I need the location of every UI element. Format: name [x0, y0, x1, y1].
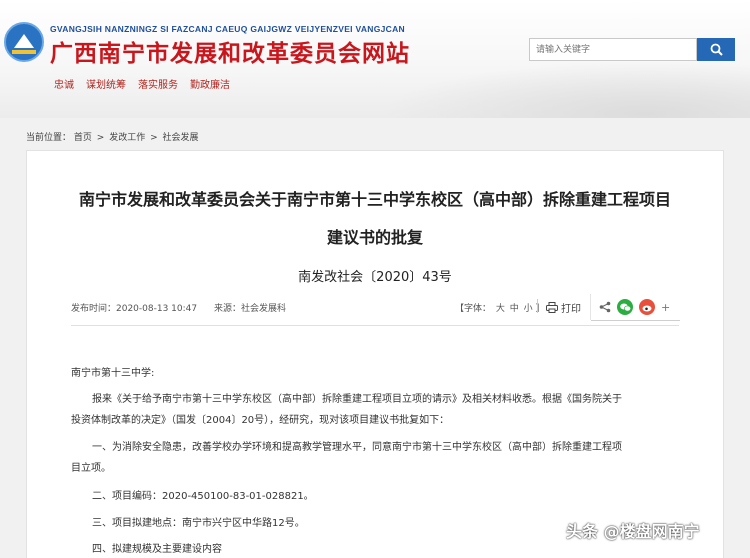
body-paragraph: 报来《关于给予南宁市第十三中学东校区（高中部）拆除重建工程项目立项的请示》及相关… [92, 394, 622, 405]
breadcrumb-separator: > [150, 133, 158, 143]
watermark-text: 头条 @楼盘网南宁 [566, 522, 700, 541]
breadcrumb-social-development[interactable]: 社会发展 [163, 133, 199, 143]
meta-divider [537, 299, 538, 313]
header-decoration [380, 60, 750, 118]
nav-item-service[interactable]: 落实服务 [138, 76, 178, 91]
body-paragraph: 四、拟建规模及主要建设内容 [92, 544, 222, 555]
breadcrumb-label: 当前位置： [26, 133, 72, 143]
search-icon [710, 43, 723, 56]
article-meta: 发布时间：2020-08-13 10:47 来源：社会发展科 [71, 301, 300, 314]
share-bar: + [590, 294, 680, 320]
print-button[interactable]: 打印 [546, 300, 581, 315]
site-header: GVANGJSIH NANZNINGZ SI FAZCANJ CAEUQ GAI… [0, 0, 750, 118]
site-logo[interactable] [4, 22, 44, 62]
nav-item-integrity[interactable]: 勤政廉洁 [190, 76, 230, 91]
more-share-icon[interactable]: + [661, 301, 670, 314]
body-paragraph: 投资体制改革的决定》（国发〔2004〕20号），经研究，现对该项目建议书批复如下… [71, 415, 450, 426]
font-size-control: 【字体： 大 中 小 】 [455, 301, 545, 314]
font-size-large-button[interactable]: 大 [496, 304, 505, 314]
breadcrumb: 当前位置： 首页 > 发改工作 > 社会发展 [26, 130, 199, 143]
salutation: 南宁市第十三中学: [71, 368, 155, 379]
body-paragraph: 一、为消除安全隐患，改善学校办学环境和提高教学管理水平，同意南宁市第十三中学东校… [92, 442, 622, 453]
site-title[interactable]: 广西南宁市发展和改革委员会网站 [50, 34, 410, 68]
share-icon[interactable] [599, 301, 611, 313]
search-button[interactable] [697, 38, 735, 61]
weibo-icon[interactable] [639, 299, 655, 315]
share-underline [591, 320, 680, 321]
breadcrumb-separator: > [96, 133, 105, 143]
nav-item-planning[interactable]: 谋划统筹 [86, 76, 126, 91]
header-nav: 忠诚 谋划统筹 落实服务 勤政廉洁 [54, 76, 230, 91]
body-paragraph: 二、项目编码：2020-450100-83-01-028821。 [92, 491, 314, 502]
logo-mountain-shape [14, 34, 34, 48]
breadcrumb-home[interactable]: 首页 [74, 133, 92, 143]
article-source: 来源：社会发展科 [213, 304, 286, 314]
wechat-bubbles-icon [619, 303, 631, 311]
printer-icon [546, 302, 558, 313]
article-title-line-2: 建议书的批复 [326, 228, 423, 247]
body-paragraph: 目立项。 [71, 463, 111, 474]
logo-bar-shape [12, 50, 36, 54]
wechat-icon[interactable] [617, 299, 633, 315]
print-label: 打印 [561, 304, 581, 315]
site-pinyin-title: GVANGJSIH NANZNINGZ SI FAZCANJ CAEUQ GAI… [50, 24, 405, 34]
article-title-line-1: 南宁市发展和改革委员会关于南宁市第十三中学东校区（高中部）拆除重建工程项目 [78, 190, 671, 209]
document-number: 南发改社会〔2020〕43号 [298, 270, 452, 285]
weibo-eye-icon [642, 305, 651, 311]
meta-divider-line [71, 325, 679, 326]
search-input[interactable] [529, 38, 697, 61]
breadcrumb-development-work[interactable]: 发改工作 [109, 133, 145, 143]
font-size-label: 【字体： [455, 304, 492, 314]
nav-item-loyalty[interactable]: 忠诚 [54, 76, 74, 91]
publish-time: 发布时间：2020-08-13 10:47 [71, 304, 198, 314]
font-size-medium-button[interactable]: 中 [510, 304, 519, 314]
body-paragraph: 三、项目拟建地点：南宁市兴宁区中华路12号。 [92, 518, 305, 529]
font-size-small-button[interactable]: 小 [524, 304, 533, 314]
